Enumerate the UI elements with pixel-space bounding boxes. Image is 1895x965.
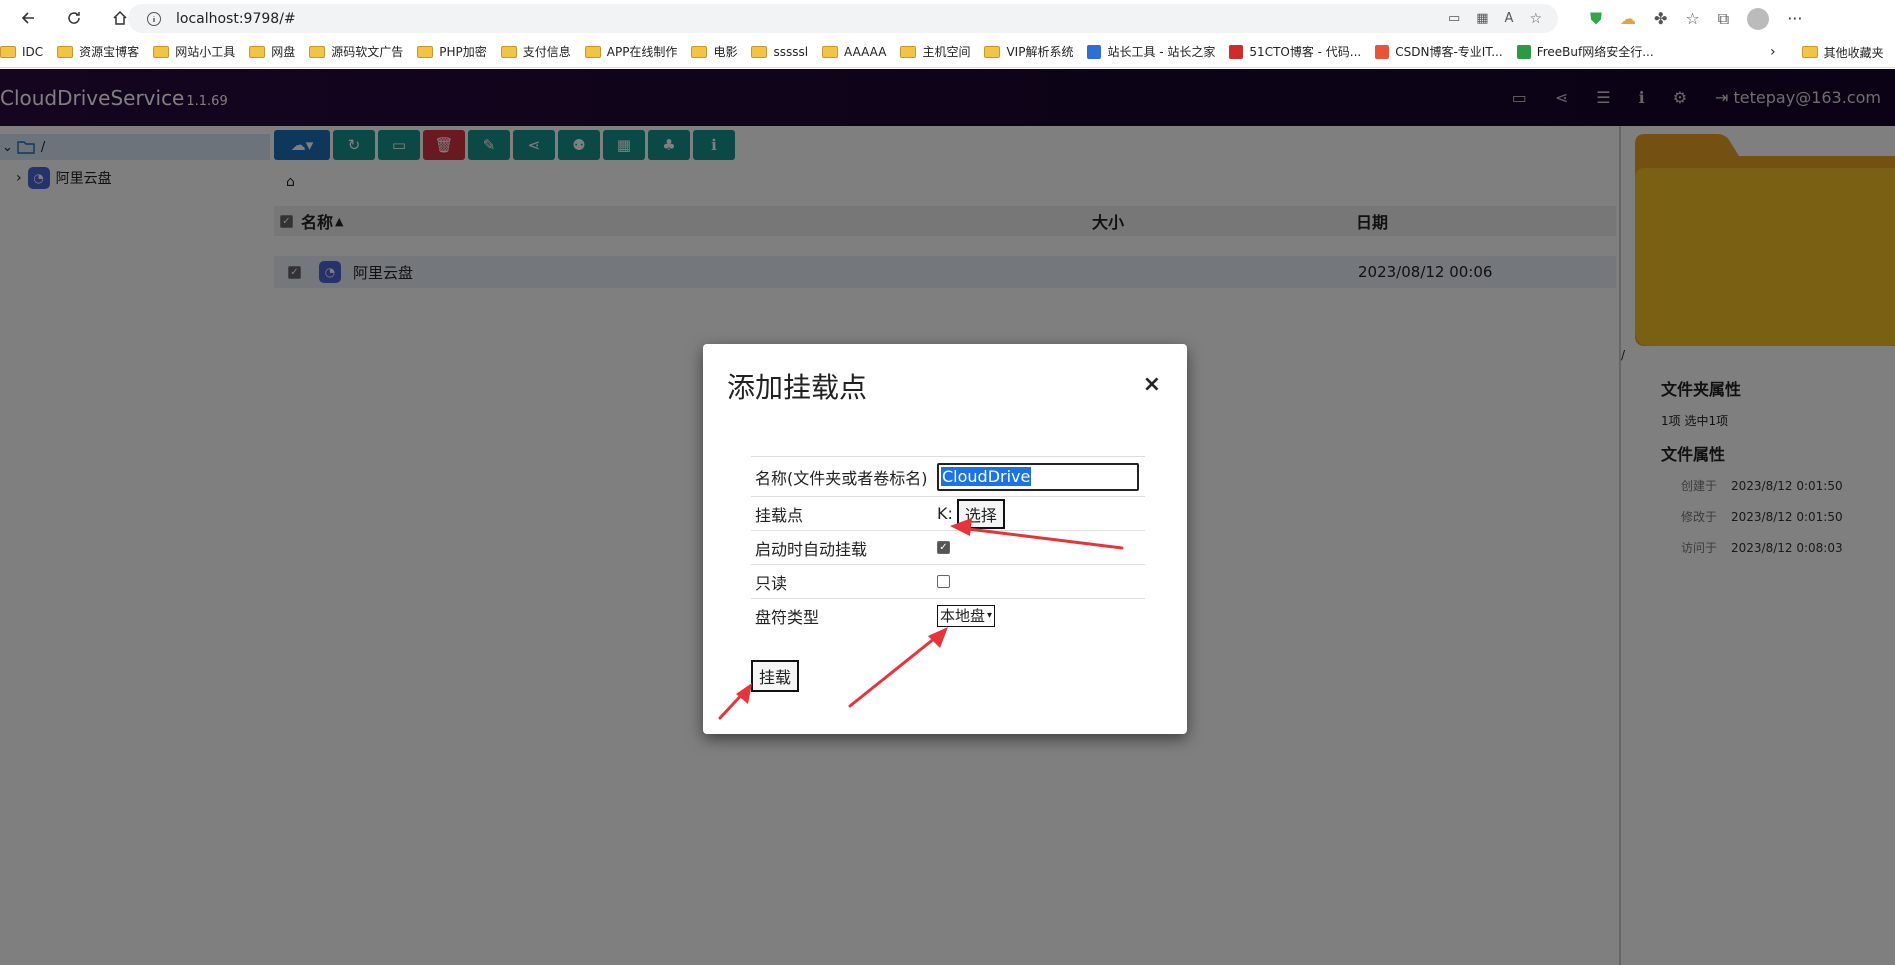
chevron-right-icon[interactable]: ›: [1770, 44, 1776, 60]
bookmark-other[interactable]: 其他收藏夹: [1801, 44, 1884, 61]
more-icon[interactable]: ···: [1787, 9, 1802, 28]
drive-type-label: 盘符类型: [755, 607, 820, 627]
favorites-icon[interactable]: ☆: [1685, 9, 1699, 28]
auto-mount-checkbox[interactable]: ✓: [937, 541, 950, 554]
folder-icon: [500, 45, 517, 58]
readonly-checkbox[interactable]: [937, 575, 950, 588]
mount-submit-button[interactable]: 挂载: [751, 660, 800, 692]
folder-icon: [691, 45, 708, 58]
add-mount-dialog: 添加挂载点 × 名称(文件夹或者卷标名) CloudDrive 挂载点 K: 选…: [703, 344, 1187, 734]
site-icon: [1375, 44, 1390, 59]
folder-icon: [153, 45, 170, 58]
back-icon[interactable]: [12, 2, 44, 34]
folder-icon: [309, 45, 326, 58]
browser-toolbar: localhost:9798/# ▭ ▦ A ☆ ⛊ ☁ ✤ ☆ ⧉ ···: [0, 0, 1895, 36]
folder-icon: [751, 45, 768, 58]
folder-icon: [584, 45, 601, 58]
bookmark-item[interactable]: PHP加密: [417, 43, 487, 60]
folder-icon: [984, 45, 1001, 58]
bookmark-item[interactable]: APP在线制作: [584, 43, 677, 60]
mount-point-value: K:: [937, 504, 953, 523]
choose-button[interactable]: 选择: [956, 498, 1005, 529]
bookmark-item[interactable]: CSDN博客-专业IT...: [1375, 43, 1503, 60]
bookmark-item[interactable]: 资源宝博客: [57, 43, 139, 60]
site-icon: [1516, 44, 1531, 59]
readonly-label: 只读: [755, 573, 788, 593]
bookmark-item[interactable]: VIP解析系统: [984, 43, 1073, 60]
bookmark-item[interactable]: 网站小工具: [153, 43, 235, 60]
bookmark-item[interactable]: 源码软文广告: [309, 43, 403, 60]
site-icon: [1087, 44, 1102, 59]
bookmark-item[interactable]: AAAAA: [822, 45, 886, 59]
favorite-add-icon[interactable]: ☆: [1529, 11, 1542, 27]
mount-form: 名称(文件夹或者卷标名) CloudDrive 挂载点 K: 选择 启动时自动挂…: [751, 456, 1145, 632]
folder-icon: [1801, 46, 1818, 58]
cast-icon[interactable]: ▭: [1448, 11, 1460, 26]
folder-icon: [900, 45, 917, 58]
bookmark-item[interactable]: sssssl: [751, 45, 808, 59]
url-text[interactable]: localhost:9798/#: [176, 11, 296, 27]
bookmark-item[interactable]: IDC: [0, 45, 43, 59]
info-icon[interactable]: [146, 11, 162, 27]
extension-cloud-icon[interactable]: ☁: [1620, 9, 1636, 28]
shield-icon[interactable]: ⛊: [1590, 9, 1602, 29]
name-label: 名称(文件夹或者卷标名): [755, 468, 928, 488]
profile-icon[interactable]: [1747, 7, 1770, 30]
folder-icon: [249, 45, 266, 58]
bookmark-item[interactable]: 51CTO博客 - 代码...: [1229, 43, 1361, 60]
dialog-title: 添加挂载点: [727, 371, 868, 404]
bookmark-item[interactable]: 支付信息: [500, 43, 571, 60]
folder-icon: [417, 45, 434, 58]
bookmarks-bar: IDC 资源宝博客 网站小工具 网盘 源码软文广告 PHP加密 支付信息 APP…: [0, 36, 1895, 68]
address-bar[interactable]: localhost:9798/# ▭ ▦ A ☆: [128, 4, 1558, 33]
bookmark-item[interactable]: 电影: [691, 43, 737, 60]
bookmark-item[interactable]: 主机空间: [900, 43, 970, 60]
auto-mount-label: 启动时自动挂载: [755, 539, 868, 559]
folder-icon: [0, 45, 16, 58]
read-aloud-icon[interactable]: A: [1505, 11, 1514, 26]
mount-point-label: 挂载点: [755, 505, 804, 525]
reload-icon[interactable]: [58, 2, 90, 34]
apps-icon[interactable]: ▦: [1476, 11, 1488, 26]
chevron-down-icon: ▾: [987, 610, 993, 621]
site-icon: [1229, 44, 1244, 59]
bookmark-item[interactable]: 网盘: [249, 43, 295, 60]
bookmark-item[interactable]: FreeBuf网络安全行...: [1516, 43, 1654, 60]
folder-icon: [57, 45, 74, 58]
name-input[interactable]: CloudDrive: [937, 462, 1139, 491]
close-icon[interactable]: ×: [1143, 372, 1161, 397]
folder-icon: [822, 45, 839, 58]
bookmark-item[interactable]: 站长工具 - 站长之家: [1087, 43, 1215, 60]
drive-type-select[interactable]: 本地盘 ▾: [937, 604, 996, 627]
collections-icon[interactable]: ⧉: [1718, 9, 1729, 29]
extensions-icon[interactable]: ✤: [1654, 9, 1667, 28]
